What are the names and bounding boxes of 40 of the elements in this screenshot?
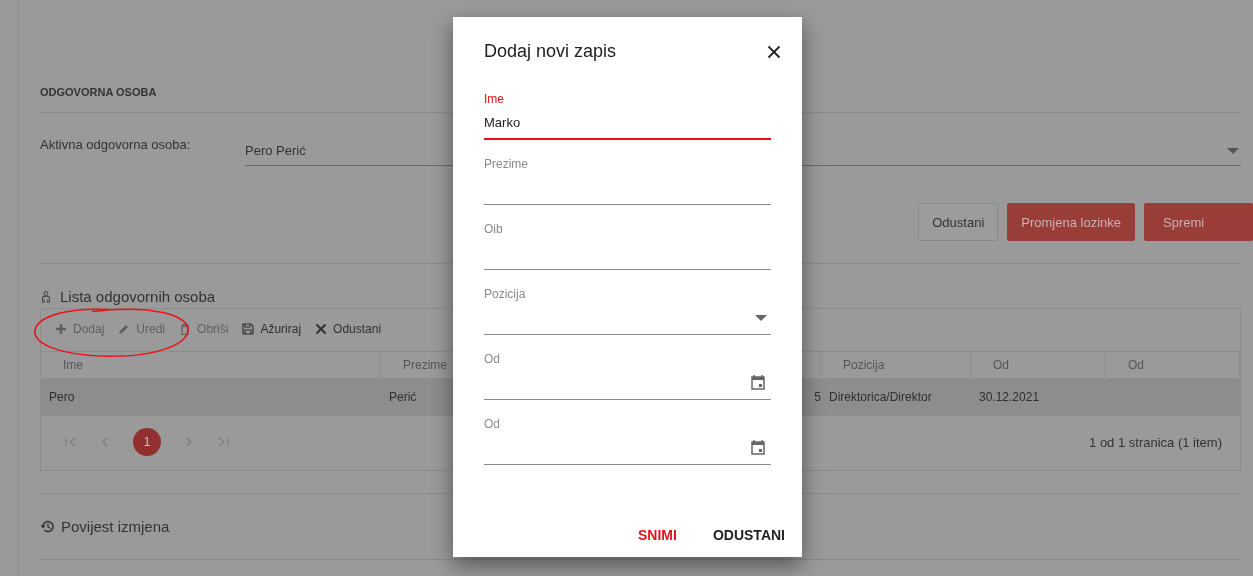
column-header[interactable]: Ime xyxy=(41,351,381,378)
date-field[interactable]: Od xyxy=(484,352,771,400)
dialog-title: Dodaj novi zapis xyxy=(484,41,617,62)
plus-icon xyxy=(55,323,67,335)
column-header[interactable]: Od xyxy=(1106,351,1240,378)
pencil-icon xyxy=(118,323,131,335)
date-field[interactable]: Od xyxy=(484,417,771,465)
x-icon xyxy=(315,323,328,335)
page-button[interactable]: 1 xyxy=(133,428,161,456)
column-header[interactable]: Od xyxy=(971,351,1106,378)
column-header[interactable]: Pozicija xyxy=(821,351,971,378)
section-title: Povijest izmjena xyxy=(61,518,170,535)
table-cell: Pero xyxy=(41,378,381,416)
cancel-button[interactable]: ODUSTANI xyxy=(704,527,793,543)
select-field[interactable]: Pozicija xyxy=(484,287,771,335)
input-field[interactable]: Oib xyxy=(484,222,771,270)
last-page-icon[interactable] xyxy=(217,436,229,448)
save-button[interactable]: SNIMI xyxy=(630,527,685,543)
input-field[interactable]: Prezime xyxy=(484,157,771,205)
input-field[interactable]: Ime Marko xyxy=(484,92,771,140)
primary-button[interactable]: Spremi xyxy=(1144,203,1253,241)
toolbar-button[interactable]: Ažuriraj xyxy=(242,322,302,336)
close-icon[interactable] xyxy=(767,44,781,59)
dropdown-arrow-icon xyxy=(1227,147,1239,154)
dropdown-arrow-icon xyxy=(755,314,767,321)
calendar-icon xyxy=(751,375,765,390)
cancel-button[interactable]: Odustani xyxy=(918,203,999,241)
field-label: Aktivna odgovorna osoba: xyxy=(40,137,192,152)
trash-icon xyxy=(179,323,192,335)
table-cell: 30.12.2021 xyxy=(971,378,1106,416)
text-input[interactable]: Marko xyxy=(484,114,684,130)
list-title: Lista odgovornih osoba xyxy=(60,288,216,305)
history-icon xyxy=(40,519,55,534)
toolbar-button[interactable]: Odustani xyxy=(315,322,382,336)
person-icon xyxy=(40,290,52,303)
page-summary: 1 od 1 stranica (1 item) xyxy=(1089,434,1222,450)
primary-button[interactable]: Promjena lozinke xyxy=(1007,203,1135,241)
table-cell: Direktorica/Direktor xyxy=(821,378,971,416)
calendar-icon xyxy=(751,440,765,455)
first-page-icon[interactable] xyxy=(65,436,77,448)
